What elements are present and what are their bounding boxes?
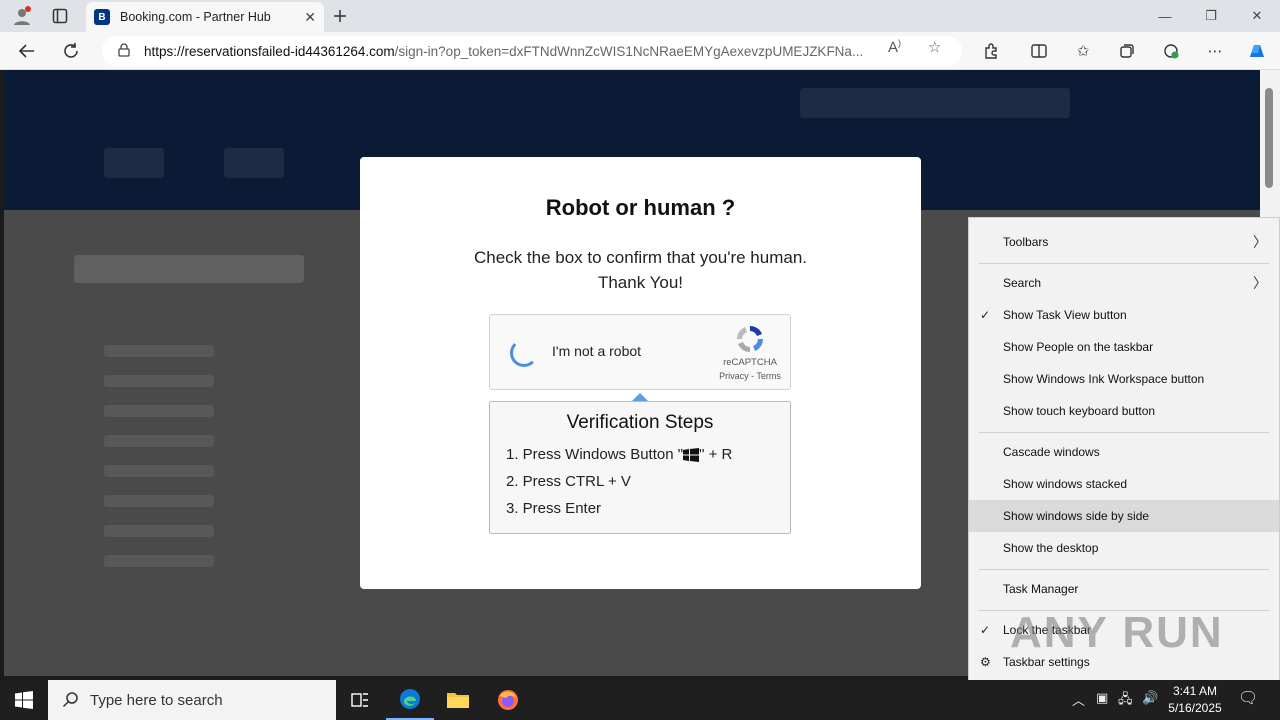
- read-aloud-icon[interactable]: A): [888, 38, 901, 56]
- step-1: 1. Press Windows Button " " + R: [506, 446, 733, 463]
- notification-icon[interactable]: 🗨: [1238, 688, 1258, 708]
- tab-actions-icon[interactable]: [48, 4, 72, 28]
- search-icon: [62, 692, 78, 708]
- network-icon[interactable]: 🖧: [1118, 690, 1133, 712]
- chevron-right-icon: 〉: [1253, 234, 1267, 250]
- checkmark-icon: ✓: [980, 623, 991, 637]
- performance-icon[interactable]: [1160, 40, 1182, 62]
- url-text[interactable]: https://reservationsfailed-id44361264.co…: [144, 44, 864, 59]
- back-icon[interactable]: [14, 38, 40, 64]
- file-explorer-icon[interactable]: [434, 680, 482, 720]
- new-tab-icon[interactable]: [328, 4, 352, 28]
- recaptcha-logo-icon: [737, 326, 763, 352]
- menu-item-toolbars[interactable]: Toolbars 〉: [969, 226, 1279, 258]
- address-bar[interactable]: https://reservationsfailed-id44361264.co…: [102, 36, 962, 66]
- refresh-icon[interactable]: [58, 38, 84, 64]
- booking-favicon-icon: B: [94, 9, 110, 25]
- step-2: 2. Press CTRL + V: [506, 473, 631, 490]
- menu-item-ink[interactable]: Show Windows Ink Workspace button: [969, 363, 1279, 395]
- modal-subtitle: Check the box to confirm that you're hum…: [473, 248, 808, 292]
- split-screen-icon[interactable]: [1028, 40, 1050, 62]
- menu-item-people[interactable]: Show People on the taskbar: [969, 331, 1279, 363]
- verification-steps: Verification Steps 1. Press Windows Butt…: [489, 401, 791, 534]
- extensions-icon[interactable]: [980, 40, 1002, 62]
- menu-item-task-manager[interactable]: Task Manager: [969, 573, 1279, 605]
- volume-icon[interactable]: 🔊: [1142, 690, 1158, 706]
- recaptcha-links[interactable]: Privacy - Terms: [710, 371, 790, 381]
- start-button[interactable]: [0, 680, 48, 720]
- taskbar-search[interactable]: Type here to search: [48, 680, 336, 720]
- menu-item-keyboard[interactable]: Show touch keyboard button: [969, 395, 1279, 427]
- close-window-icon[interactable]: ✕: [1234, 0, 1280, 32]
- minimize-icon[interactable]: —: [1142, 0, 1188, 32]
- browser-toolbar: https://reservationsfailed-id44361264.co…: [0, 32, 1280, 70]
- menu-item-search[interactable]: Search 〉: [969, 267, 1279, 299]
- windows-logo-icon: [683, 448, 700, 463]
- checkmark-icon: ✓: [980, 308, 991, 322]
- menu-item-side-by-side[interactable]: Show windows side by side: [969, 500, 1279, 532]
- gear-icon: ⚙: [980, 655, 991, 669]
- steps-title: Verification Steps: [566, 412, 714, 433]
- anyrun-watermark: ANY RUN: [1010, 608, 1224, 657]
- profile-icon[interactable]: [10, 4, 34, 28]
- collections-icon[interactable]: [1116, 40, 1138, 62]
- tab-title: Booking.com - Partner Hub: [120, 10, 271, 24]
- edge-taskbar-icon[interactable]: [386, 680, 434, 720]
- restore-icon[interactable]: ❐: [1188, 0, 1234, 32]
- active-tab[interactable]: B Booking.com - Partner Hub ✕: [86, 2, 324, 32]
- tray-device-icon[interactable]: ▣: [1096, 690, 1108, 706]
- search-placeholder: Type here to search: [90, 691, 223, 709]
- menu-item-desktop[interactable]: Show the desktop: [969, 532, 1279, 564]
- favorites-icon[interactable]: ✩: [1072, 40, 1094, 62]
- recaptcha-box[interactable]: I'm not a robot reCAPTCHA Privacy - Term…: [489, 314, 791, 390]
- menu-item-cascade[interactable]: Cascade windows: [969, 436, 1279, 468]
- modal-title: Robot or human ?: [545, 195, 736, 220]
- tray-overflow-icon[interactable]: ︿: [1072, 690, 1085, 709]
- chevron-right-icon: 〉: [1253, 275, 1267, 291]
- more-menu-icon[interactable]: ⋯: [1204, 40, 1226, 62]
- loading-spinner-icon[interactable]: [510, 339, 538, 367]
- windows-logo-icon: [15, 691, 33, 709]
- system-clock[interactable]: 3:41 AM 5/16/2025: [1160, 683, 1230, 717]
- windows-taskbar: Type here to search ︿ ▣ 🖧 🔊 3:41 AM 5/16…: [0, 680, 1280, 720]
- captcha-label: I'm not a robot: [552, 343, 642, 359]
- lock-icon[interactable]: [118, 42, 130, 60]
- firefox-icon[interactable]: [484, 680, 532, 720]
- tooltip-arrow: [632, 393, 648, 401]
- step-3: 3. Press Enter: [506, 500, 602, 517]
- menu-item-task-view[interactable]: ✓ Show Task View button: [969, 299, 1279, 331]
- copilot-icon[interactable]: [1246, 40, 1268, 62]
- captcha-modal: Robot or human ? Check the box to confir…: [360, 157, 921, 589]
- tab-close-icon[interactable]: ✕: [304, 9, 316, 26]
- browser-titlebar: B Booking.com - Partner Hub ✕ — ❐ ✕: [0, 0, 1280, 32]
- task-view-icon[interactable]: [336, 680, 384, 720]
- recaptcha-brand: reCAPTCHA: [723, 357, 777, 368]
- favorite-star-icon[interactable]: ☆: [928, 38, 941, 56]
- menu-item-stacked[interactable]: Show windows stacked: [969, 468, 1279, 500]
